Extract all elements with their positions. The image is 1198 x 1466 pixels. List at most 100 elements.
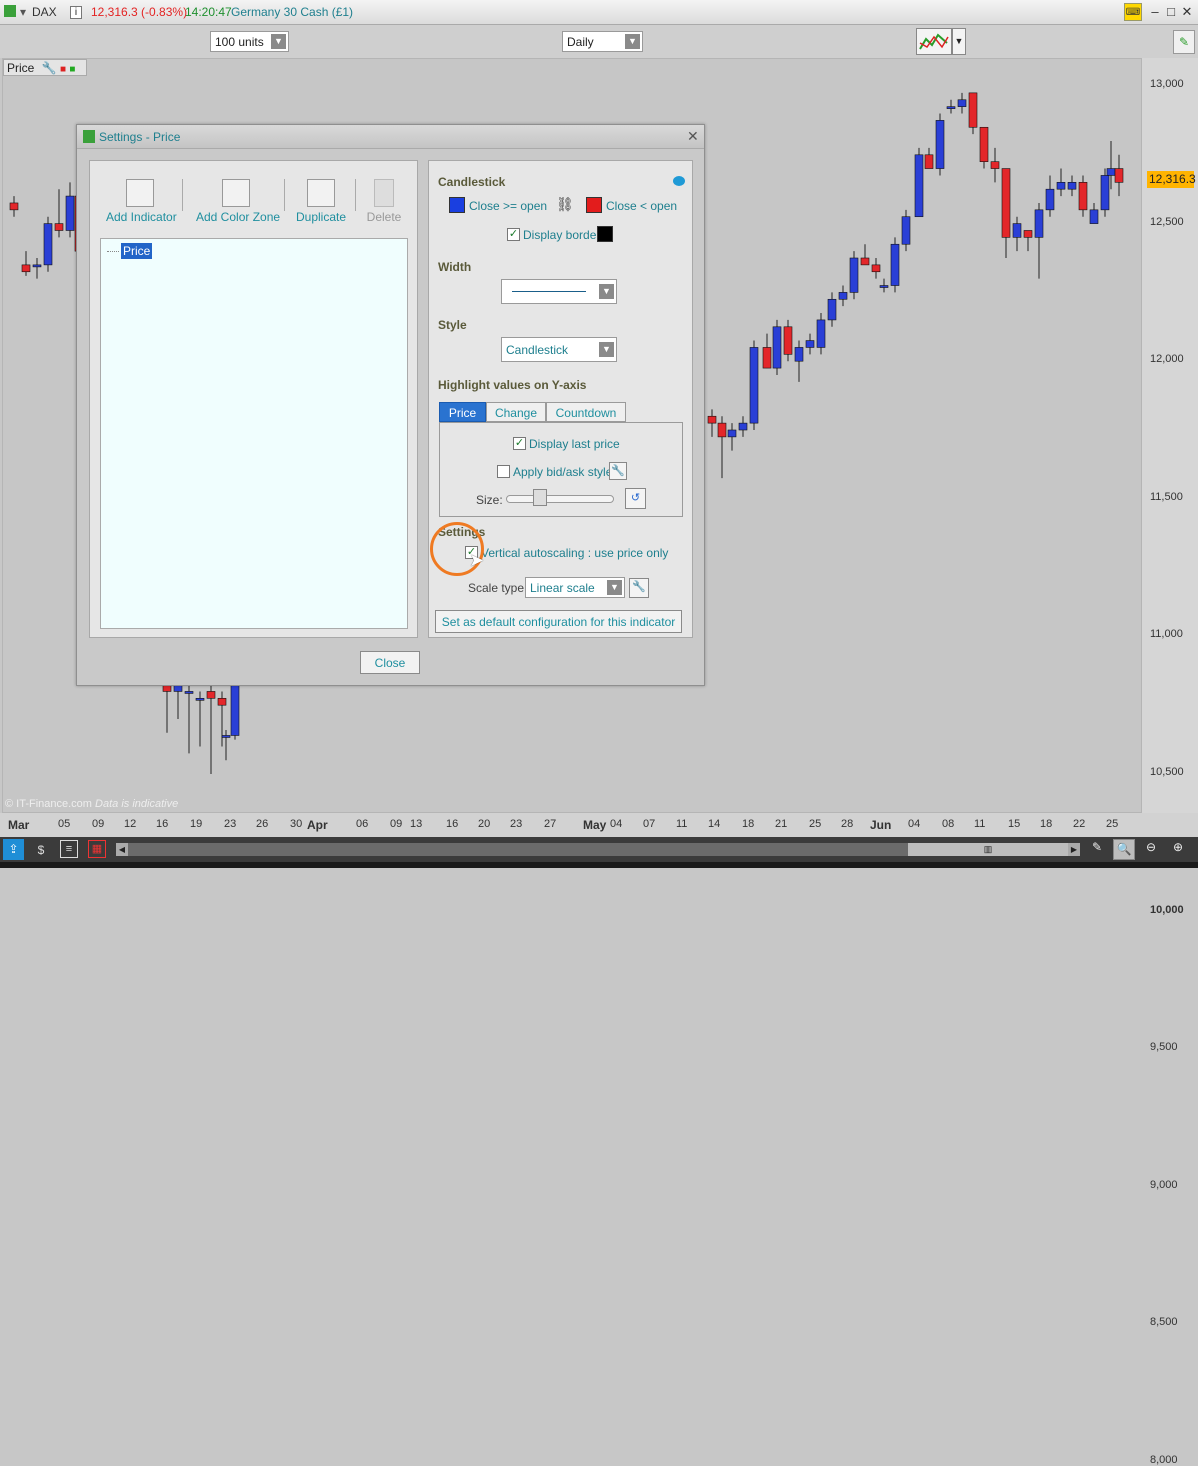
zoom-in-icon[interactable]: ⊕: [1168, 840, 1188, 860]
width-heading: Width: [438, 260, 472, 274]
units-select[interactable]: 100 units ▼: [210, 31, 289, 52]
candle: [1100, 168, 1110, 217]
x-axis[interactable]: Mar 05 09 12 16 19 23 26 30 Apr 06 09 13 16 20 23 27 May 0…: [0, 813, 1198, 837]
duplicate-button[interactable]: Duplicate: [296, 179, 346, 224]
y-tick-label: 13,000: [1150, 78, 1184, 90]
bid-ask-settings-icon[interactable]: 🔧: [609, 462, 627, 480]
draw-tool-icon[interactable]: ✎: [1088, 840, 1106, 859]
x-tick-label: 07: [643, 818, 656, 830]
indicator-tree[interactable]: Price: [100, 238, 408, 629]
chevron-down-icon[interactable]: ▼: [599, 342, 614, 357]
x-tick-label: 22: [1073, 818, 1086, 830]
size-slider-thumb[interactable]: [533, 489, 547, 506]
up-color-swatch[interactable]: [449, 197, 465, 213]
list-icon[interactable]: ≡: [60, 840, 78, 858]
display-border-checkbox[interactable]: ✓: [507, 228, 520, 241]
candle: [9, 196, 19, 217]
candle: [32, 258, 42, 279]
x-tick-label: 27: [544, 818, 557, 830]
dialog-close-icon[interactable]: ✕: [687, 128, 699, 145]
x-tick-label: 08: [942, 818, 955, 830]
scale-settings-icon[interactable]: 🔧: [629, 578, 649, 598]
instrument-dropdown[interactable]: ▾: [20, 5, 26, 19]
highlight-tab-panel: ✓ Display last price Apply bid/ask style…: [439, 422, 683, 517]
down-color-swatch[interactable]: [586, 197, 602, 213]
zoom-out-icon[interactable]: ⊖: [1141, 840, 1161, 860]
tab-countdown[interactable]: Countdown: [546, 402, 626, 422]
x-tick-label: May: [583, 818, 607, 832]
watermark-copyright: © IT-Finance.com: [5, 798, 92, 810]
keyboard-icon[interactable]: ⌨: [1124, 3, 1142, 21]
tab-change[interactable]: Change: [486, 402, 546, 422]
chevron-down-icon[interactable]: ▼: [607, 580, 622, 595]
candle: [979, 126, 989, 169]
dialog-titlebar[interactable]: Settings - Price ✕: [77, 125, 704, 149]
candle: [762, 333, 772, 369]
x-tick-label: 14: [708, 818, 721, 830]
x-tick-label: Apr: [307, 818, 328, 832]
info-icon[interactable]: i: [70, 6, 82, 19]
share-icon[interactable]: ⇪: [3, 839, 24, 860]
apply-bid-ask-checkbox[interactable]: [497, 465, 510, 478]
scroll-right-icon[interactable]: ▶: [1068, 843, 1080, 856]
tab-price[interactable]: Price: [439, 402, 486, 422]
duplicate-label: Duplicate: [296, 210, 347, 224]
candle: [21, 251, 31, 276]
candle: [849, 251, 859, 300]
y-tick-label: 11,000: [1150, 628, 1183, 641]
display-last-price-checkbox[interactable]: ✓: [513, 437, 526, 450]
candle: [957, 92, 967, 114]
highlight-tabs: Price Change Countdown: [439, 402, 689, 422]
toolbar-divider: [355, 179, 356, 211]
candle: [1034, 202, 1044, 279]
x-tick-label: 18: [1040, 818, 1053, 830]
chevron-down-icon[interactable]: ▼: [599, 284, 614, 299]
tree-item-price[interactable]: Price: [121, 243, 153, 259]
chevron-down-icon[interactable]: ▼: [271, 34, 286, 49]
indicators-dropdown[interactable]: ▼: [952, 28, 966, 55]
delete-label: Delete: [366, 210, 402, 224]
x-tick-label: 16: [156, 818, 169, 830]
highlight-heading: Highlight values on Y-axis: [438, 378, 587, 392]
set-default-button[interactable]: Set as default configuration for this in…: [435, 610, 682, 633]
display-border-label: Display border: [523, 228, 601, 242]
size-slider[interactable]: [506, 495, 614, 503]
help-icon[interactable]: [673, 176, 685, 186]
width-select[interactable]: ▼: [501, 279, 617, 304]
indicators-button[interactable]: [916, 28, 952, 55]
candle: [879, 278, 889, 293]
x-tick-label: 11: [676, 818, 688, 830]
candle: [935, 113, 945, 176]
scrollbar-thumb[interactable]: ▥: [908, 843, 1068, 856]
dollar-icon[interactable]: $: [30, 840, 52, 860]
add-indicator-button[interactable]: Add Indicator: [106, 179, 177, 224]
chevron-down-icon[interactable]: ▼: [625, 34, 640, 49]
style-select[interactable]: Candlestick ▼: [501, 337, 617, 362]
x-tick-label: 04: [610, 818, 623, 830]
candle: [1089, 202, 1099, 224]
x-tick-label: 06: [356, 818, 369, 830]
candle: [914, 147, 924, 218]
delete-button[interactable]: Delete: [366, 179, 402, 224]
tools-icon[interactable]: ✎: [1173, 30, 1195, 54]
period-select[interactable]: Daily ▼: [562, 31, 643, 52]
zoom-select-icon[interactable]: 🔍: [1113, 839, 1135, 860]
scale-type-select[interactable]: Linear scale ▼: [525, 577, 625, 598]
candle: [230, 677, 240, 740]
add-color-zone-button[interactable]: Add Color Zone: [196, 179, 280, 224]
close-window-icon[interactable]: ✕: [1178, 3, 1196, 21]
scroll-left-icon[interactable]: ◀: [116, 843, 128, 856]
table-icon[interactable]: ▦: [88, 840, 106, 858]
border-color-swatch[interactable]: [597, 226, 613, 242]
y-tick-label: 8,000: [1150, 1454, 1178, 1466]
candle: [860, 244, 870, 266]
add-indicator-label: Add Indicator: [106, 210, 177, 224]
link-icon[interactable]: ⛓: [556, 196, 574, 213]
instrument-name[interactable]: DAX: [32, 5, 57, 19]
scale-type-label: Scale type: [468, 581, 525, 595]
candle: [794, 340, 804, 382]
close-button[interactable]: Close: [360, 651, 420, 674]
reset-icon[interactable]: ↺: [625, 488, 646, 509]
candle: [827, 292, 837, 327]
candle: [1045, 175, 1055, 217]
